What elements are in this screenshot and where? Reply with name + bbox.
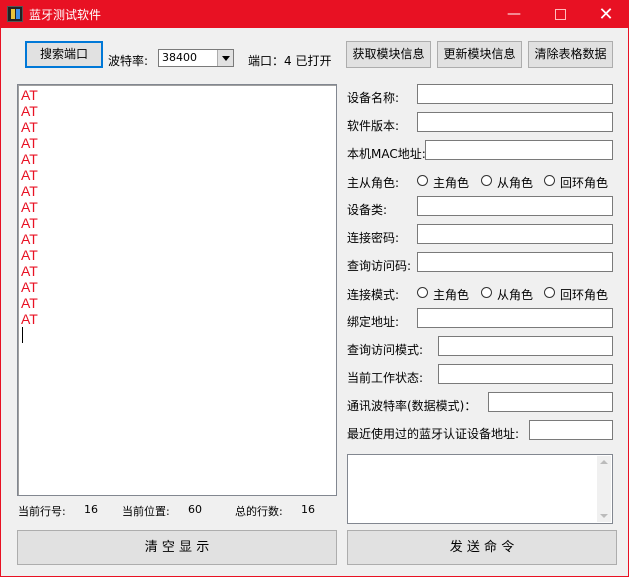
scroll-down-icon[interactable]	[600, 514, 608, 518]
inquiry-access-code-field[interactable]	[417, 252, 613, 272]
log-line: AT	[21, 135, 38, 151]
log-line: AT	[21, 151, 38, 167]
connect-master-radio[interactable]	[417, 287, 428, 298]
log-line: AT	[21, 311, 38, 327]
connect-loopback-radio[interactable]	[544, 287, 555, 298]
app-window: 蓝牙测试软件 — ✕ 搜索端口 波特率: 38400 端口：4 已打开 获取模块…	[0, 0, 629, 577]
window-title: 蓝牙测试软件	[29, 8, 102, 22]
clear-table-button[interactable]: 清除表格数据	[528, 41, 613, 68]
log-line: AT	[21, 183, 38, 199]
inquiry-access-mode-field[interactable]	[438, 336, 613, 356]
device-name-field[interactable]	[417, 84, 613, 104]
current-pos-label: 当前位置:	[122, 505, 170, 518]
baud-rate-label: 波特率:	[108, 54, 149, 68]
uart-baud-label: 通讯波特率(数据模式)：	[347, 399, 477, 413]
update-module-info-button[interactable]: 更新模块信息	[437, 41, 522, 68]
current-pos-value: 60	[188, 503, 202, 516]
current-line-label: 当前行号:	[18, 505, 66, 518]
log-line: AT	[21, 119, 38, 135]
port-status: 端口：4 已打开	[248, 54, 332, 68]
bind-address-label: 绑定地址:	[347, 315, 400, 329]
connect-loopback-label: 回环角色	[560, 288, 609, 302]
device-name-label: 设备名称:	[347, 91, 400, 105]
connect-slave-radio[interactable]	[481, 287, 492, 298]
baud-rate-select[interactable]: 38400	[158, 49, 234, 67]
log-line: AT	[21, 215, 38, 231]
role-slave-radio[interactable]	[481, 175, 492, 186]
chevron-down-icon[interactable]	[217, 50, 233, 66]
role-loopback-radio[interactable]	[544, 175, 555, 186]
total-lines-value: 16	[301, 503, 315, 516]
pairing-password-field[interactable]	[417, 224, 613, 244]
log-lines: AT AT AT AT AT AT AT AT AT AT AT AT AT AT AT	[21, 87, 38, 327]
log-line: AT	[21, 231, 38, 247]
log-line: AT	[21, 295, 38, 311]
work-state-field[interactable]	[438, 364, 613, 384]
role-label: 主从角色:	[347, 176, 400, 190]
log-line: AT	[21, 263, 38, 279]
connect-master-label: 主角色	[433, 288, 470, 302]
send-command-button[interactable]: 发 送 命 令	[347, 530, 617, 565]
maximize-button[interactable]	[537, 1, 583, 28]
role-slave-label: 从角色	[497, 176, 534, 190]
log-line: AT	[21, 279, 38, 295]
current-line-value: 16	[84, 503, 98, 516]
connect-slave-label: 从角色	[497, 288, 534, 302]
work-state-label: 当前工作状态:	[347, 371, 424, 385]
firmware-version-field[interactable]	[417, 112, 613, 132]
log-line: AT	[21, 247, 38, 263]
command-input[interactable]	[347, 454, 613, 524]
search-port-button[interactable]: 搜索端口	[25, 41, 103, 68]
bind-address-field[interactable]	[417, 308, 613, 328]
command-scrollbar[interactable]	[597, 456, 611, 522]
role-loopback-label: 回环角色	[560, 176, 609, 190]
device-class-label: 设备类:	[347, 203, 388, 217]
device-class-field[interactable]	[417, 196, 613, 216]
uart-baud-field[interactable]	[488, 392, 613, 412]
pairing-password-label: 连接密码:	[347, 231, 400, 245]
firmware-version-label: 软件版本:	[347, 119, 400, 133]
inquiry-access-mode-label: 查询访问模式:	[347, 343, 424, 357]
last-paired-address-label: 最近使用过的蓝牙认证设备地址:	[347, 427, 520, 441]
baud-rate-value: 38400	[162, 51, 197, 64]
connect-mode-label: 连接模式:	[347, 288, 400, 302]
log-line: AT	[21, 199, 38, 215]
get-module-info-button[interactable]: 获取模块信息	[346, 41, 431, 68]
text-caret	[22, 327, 23, 343]
total-lines-label: 总的行数:	[235, 505, 283, 518]
scroll-up-icon[interactable]	[600, 460, 608, 464]
close-button[interactable]: ✕	[583, 1, 629, 28]
log-output[interactable]: AT AT AT AT AT AT AT AT AT AT AT AT AT AT AT	[17, 84, 337, 496]
log-line: AT	[21, 167, 38, 183]
title-bar[interactable]: 蓝牙测试软件 — ✕	[1, 1, 628, 28]
inquiry-access-code-label: 查询访问码:	[347, 259, 412, 273]
clear-display-button[interactable]: 清 空 显 示	[17, 530, 337, 565]
mac-address-label: 本机MAC地址:	[347, 147, 426, 161]
role-master-radio[interactable]	[417, 175, 428, 186]
app-icon	[7, 6, 23, 22]
maximize-icon	[554, 8, 566, 20]
minimize-button[interactable]: —	[491, 1, 537, 28]
log-line: AT	[21, 103, 38, 119]
mac-address-field[interactable]	[425, 140, 613, 160]
role-master-label: 主角色	[433, 176, 470, 190]
log-line: AT	[21, 87, 38, 103]
last-paired-address-field[interactable]	[529, 420, 613, 440]
